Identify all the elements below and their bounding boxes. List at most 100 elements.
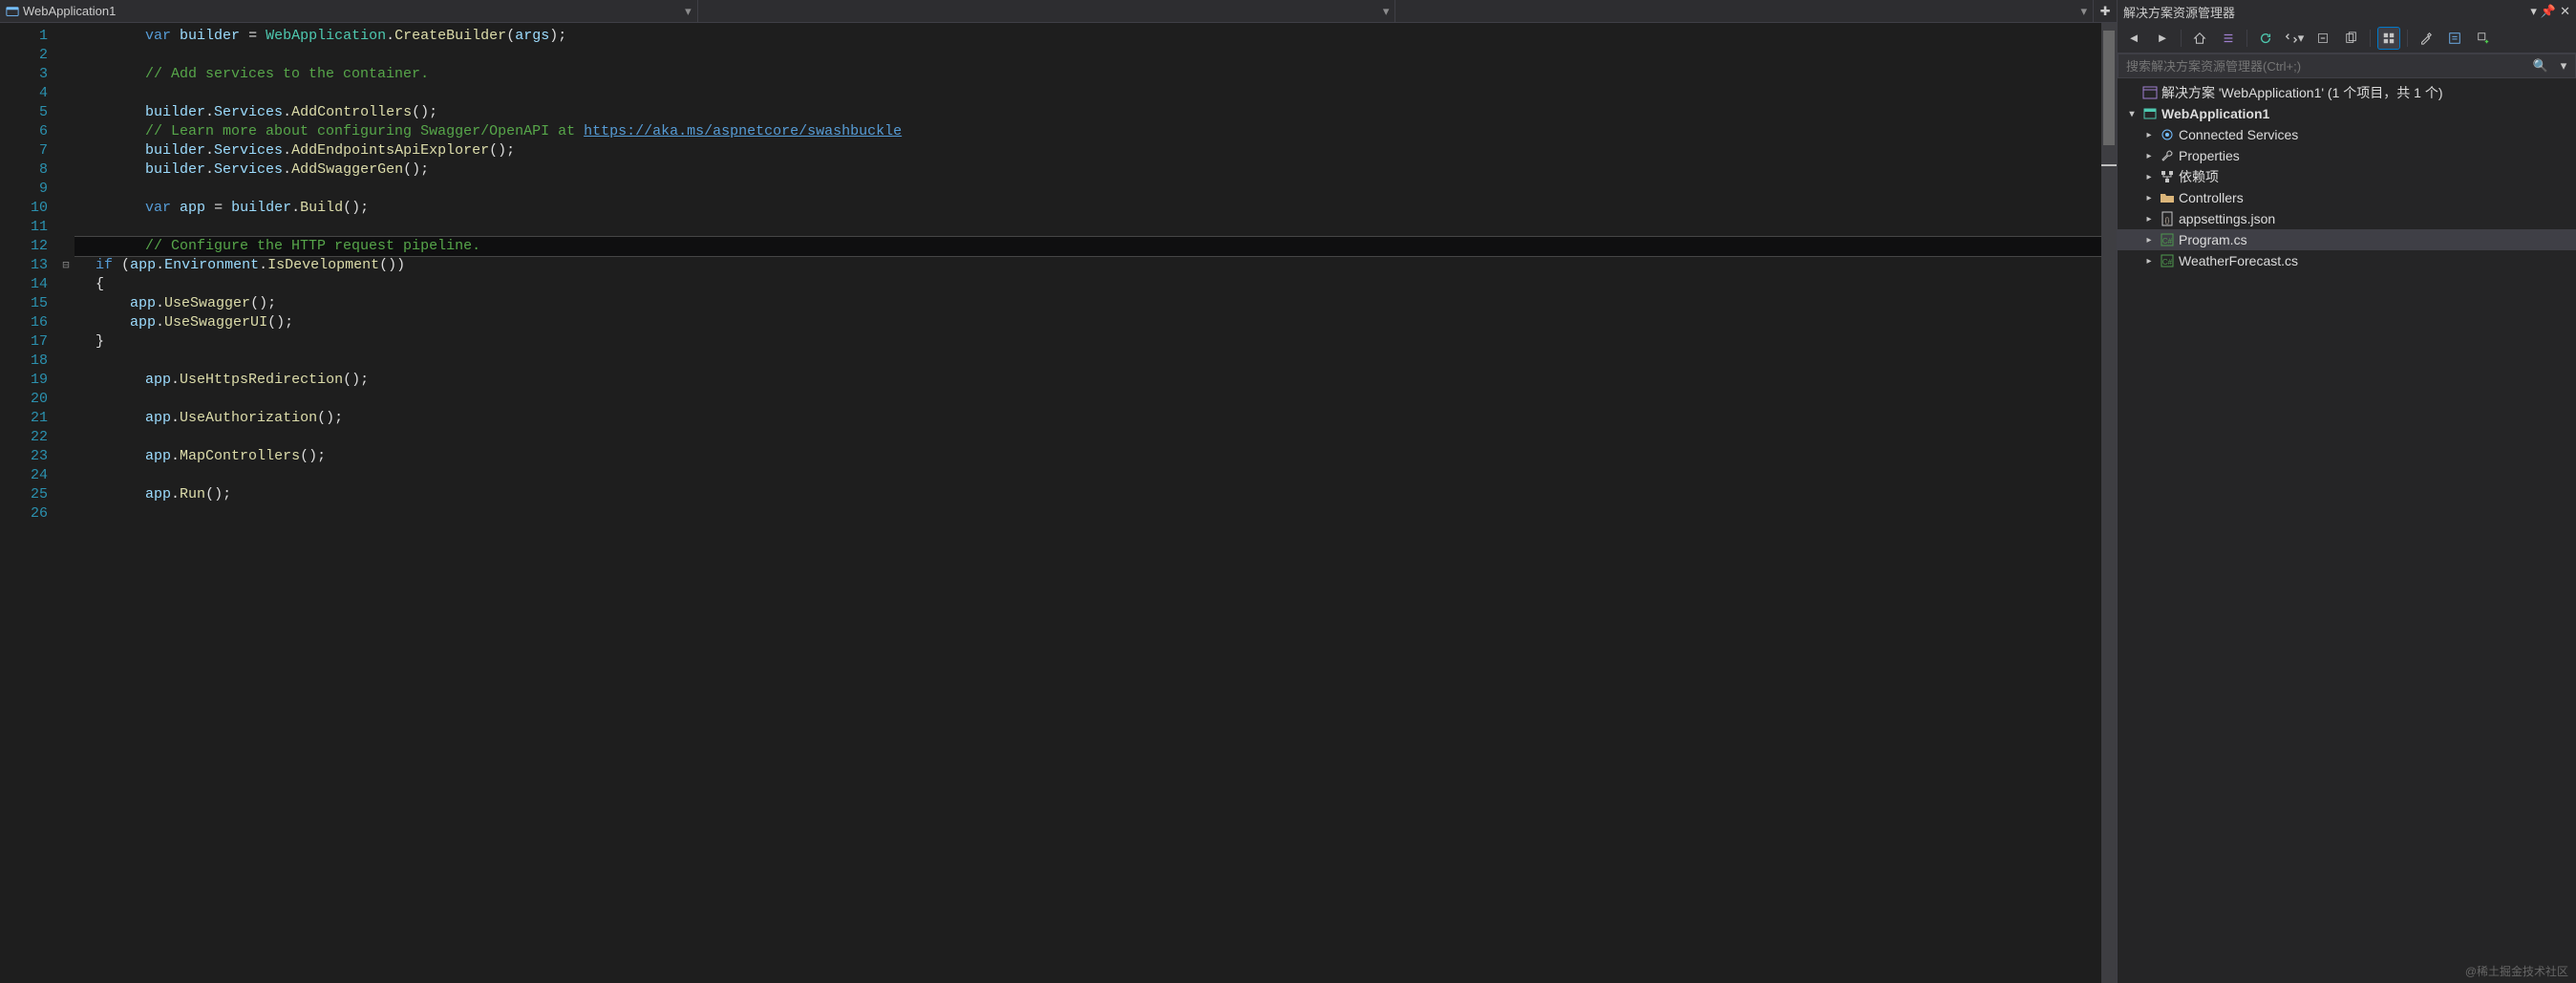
- expand-toggle-icon[interactable]: ▸: [2142, 193, 2156, 203]
- nav-project-label: WebApplication1: [23, 4, 116, 18]
- tree-item[interactable]: ▸C#WeatherForecast.cs: [2118, 250, 2576, 271]
- tree-item[interactable]: ▸依赖项: [2118, 166, 2576, 187]
- code-text[interactable]: var builder = WebApplication.CreateBuild…: [75, 23, 2101, 983]
- code-line[interactable]: // Learn more about configuring Swagger/…: [75, 122, 2101, 141]
- wrench-icon: [2160, 148, 2175, 163]
- code-line[interactable]: [75, 390, 2101, 409]
- tree-item[interactable]: ▾ WebApplication1: [2118, 103, 2576, 124]
- split-editor-button[interactable]: ✚: [2094, 0, 2117, 22]
- svg-text:C#: C#: [2162, 237, 2173, 246]
- line-number: 21: [19, 409, 48, 428]
- code-line[interactable]: app.UseHttpsRedirection();: [75, 371, 2101, 390]
- scroll-thumb[interactable]: [2103, 31, 2115, 145]
- code-line[interactable]: [75, 180, 2101, 199]
- fold-toggle: [57, 122, 75, 141]
- fold-toggle: [57, 275, 75, 294]
- code-line[interactable]: // Add services to the container.: [75, 65, 2101, 84]
- solution-explorer-titlebar[interactable]: 解决方案资源管理器 ▾ 📌 ✕: [2118, 0, 2576, 23]
- chevron-down-icon: ▾: [2080, 4, 2087, 19]
- expand-toggle-icon[interactable]: ▸: [2142, 151, 2156, 161]
- home-button[interactable]: [2189, 28, 2210, 49]
- expand-toggle-icon[interactable]: ▸: [2142, 214, 2156, 224]
- line-number: 10: [19, 199, 48, 218]
- close-icon[interactable]: ✕: [2560, 4, 2570, 19]
- search-dropdown-icon[interactable]: ▾: [2552, 58, 2575, 74]
- expand-toggle-icon[interactable]: ▸: [2142, 256, 2156, 267]
- line-number: 13: [19, 256, 48, 275]
- code-line[interactable]: [75, 504, 2101, 524]
- show-all-files-button[interactable]: [2341, 28, 2362, 49]
- nav-member-dropdown[interactable]: ▾: [1395, 0, 2094, 22]
- refresh-button[interactable]: [2255, 28, 2276, 49]
- pin-icon[interactable]: 📌: [2541, 4, 2556, 19]
- tree-item[interactable]: ▸{}appsettings.json: [2118, 208, 2576, 229]
- code-line[interactable]: [75, 84, 2101, 103]
- expand-toggle-icon[interactable]: ▸: [2142, 172, 2156, 182]
- chevron-down-icon: ▾: [1383, 4, 1390, 19]
- code-line[interactable]: [75, 218, 2101, 237]
- code-line[interactable]: builder.Services.AddControllers();: [75, 103, 2101, 122]
- expand-toggle-icon[interactable]: ▸: [2142, 130, 2156, 140]
- line-number: 22: [19, 428, 48, 447]
- fold-toggle: [57, 160, 75, 180]
- line-number: 1: [19, 27, 48, 46]
- expand-toggle-icon[interactable]: ▾: [2125, 109, 2139, 119]
- view-code-button[interactable]: [2444, 28, 2465, 49]
- code-line[interactable]: builder.Services.AddSwaggerGen();: [75, 160, 2101, 180]
- code-line[interactable]: [75, 428, 2101, 447]
- solution-tree[interactable]: 解决方案 'WebApplication1' (1 个项目，共 1 个) ▾ Web…: [2118, 78, 2576, 983]
- line-number: 7: [19, 141, 48, 160]
- add-button[interactable]: [2473, 28, 2494, 49]
- code-line[interactable]: // Configure the HTTP request pipeline.: [75, 237, 2101, 256]
- solution-explorer-search[interactable]: 🔍 ▾: [2118, 53, 2576, 78]
- window-menu-icon[interactable]: ▾: [2530, 4, 2537, 19]
- preview-selected-button[interactable]: [2378, 28, 2399, 49]
- line-number: 11: [19, 218, 48, 237]
- vertical-scrollbar[interactable]: [2101, 23, 2117, 983]
- fold-toggle: [57, 218, 75, 237]
- switch-views-button[interactable]: [2218, 28, 2239, 49]
- tree-item[interactable]: ▸C#Program.cs: [2118, 229, 2576, 250]
- code-line[interactable]: }: [75, 332, 2101, 352]
- tree-item-label: WebApplication1: [2161, 106, 2269, 121]
- code-line[interactable]: app.MapControllers();: [75, 447, 2101, 466]
- code-line[interactable]: app.UseAuthorization();: [75, 409, 2101, 428]
- chevron-down-icon: ▾: [685, 4, 692, 19]
- collapse-all-button[interactable]: [2312, 28, 2333, 49]
- nav-project-dropdown[interactable]: WebApplication1 ▾: [0, 0, 698, 22]
- nav-type-dropdown[interactable]: ▾: [698, 0, 1396, 22]
- forward-button[interactable]: ►: [2152, 28, 2173, 49]
- search-input[interactable]: [2118, 59, 2529, 74]
- expand-toggle-icon[interactable]: ▸: [2142, 235, 2156, 246]
- fold-column[interactable]: ⊟: [57, 23, 75, 983]
- code-line[interactable]: var builder = WebApplication.CreateBuild…: [75, 27, 2101, 46]
- line-number: 18: [19, 352, 48, 371]
- cs-icon: C#: [2160, 253, 2175, 268]
- code-line[interactable]: var app = builder.Build();: [75, 199, 2101, 218]
- code-line[interactable]: [75, 352, 2101, 371]
- code-line[interactable]: [75, 466, 2101, 485]
- cs-icon: C#: [2160, 232, 2175, 247]
- line-number: 14: [19, 275, 48, 294]
- fold-toggle[interactable]: ⊟: [57, 256, 75, 275]
- tree-item[interactable]: 解决方案 'WebApplication1' (1 个项目，共 1 个): [2118, 82, 2576, 103]
- search-icon[interactable]: 🔍: [2529, 58, 2552, 74]
- code-line[interactable]: app.Run();: [75, 485, 2101, 504]
- line-number: 25: [19, 485, 48, 504]
- tree-item[interactable]: ▸Properties: [2118, 145, 2576, 166]
- code-line[interactable]: if (app.Environment.IsDevelopment()): [75, 256, 2101, 275]
- code-line[interactable]: builder.Services.AddEndpointsApiExplorer…: [75, 141, 2101, 160]
- tree-item[interactable]: ▸Controllers: [2118, 187, 2576, 208]
- sync-button[interactable]: ▾: [2284, 28, 2305, 49]
- code-line[interactable]: app.UseSwaggerUI();: [75, 313, 2101, 332]
- line-number: 24: [19, 466, 48, 485]
- code-line[interactable]: [75, 46, 2101, 65]
- back-button[interactable]: ◄: [2123, 28, 2144, 49]
- code-line[interactable]: {: [75, 275, 2101, 294]
- code-area[interactable]: 1234567891011121314151617181920212223242…: [0, 23, 2117, 983]
- tree-item[interactable]: ▸Connected Services: [2118, 124, 2576, 145]
- code-line[interactable]: app.UseSwagger();: [75, 294, 2101, 313]
- properties-button[interactable]: [2416, 28, 2437, 49]
- line-number: 19: [19, 371, 48, 390]
- line-number: 23: [19, 447, 48, 466]
